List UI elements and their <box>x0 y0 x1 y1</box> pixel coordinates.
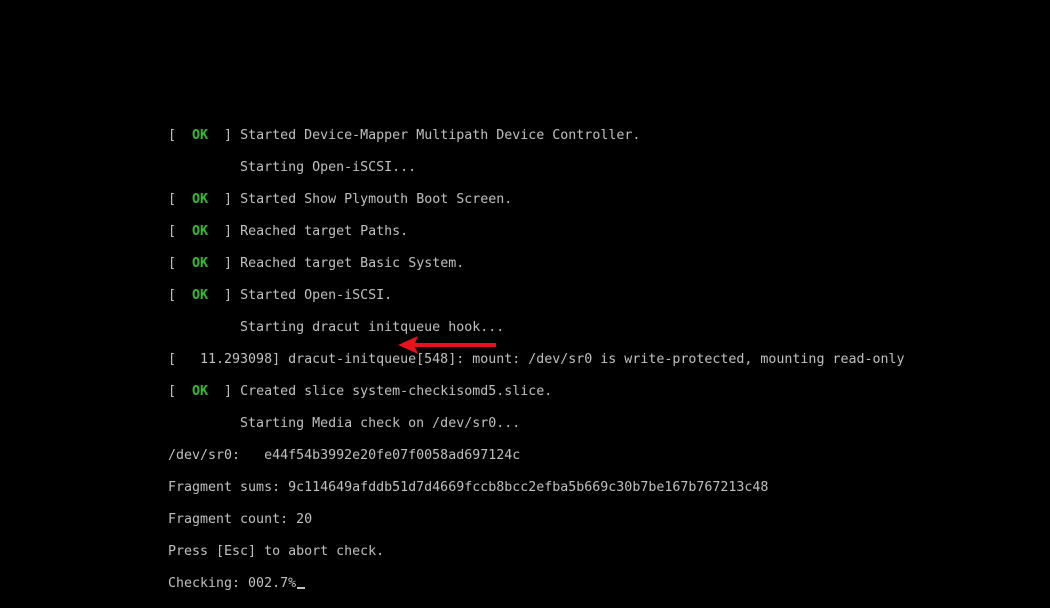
status-ok: OK <box>184 288 217 303</box>
checking-progress-text: Checking: 002.7% <box>168 576 297 591</box>
console-line: Starting Open-iSCSI... <box>168 160 905 176</box>
console-message: /dev/sr0: e44f54b3992e20fe07f0058ad69712… <box>168 448 521 463</box>
console-line-progress: Checking: 002.7% <box>168 576 905 592</box>
status-open: [ <box>168 256 185 271</box>
status-open: [ <box>168 128 185 143</box>
console-line: [ 11.293098] dracut-initqueue[548]: moun… <box>168 352 905 368</box>
console-line: [ OK ] Reached target Basic System. <box>168 256 905 272</box>
text-cursor <box>297 587 306 589</box>
console-message: Reached target Basic System. <box>240 256 465 271</box>
console-line: /dev/sr0: e44f54b3992e20fe07f0058ad69712… <box>168 448 905 464</box>
status-close: ] <box>216 384 241 399</box>
console-message: Started Open-iSCSI. <box>240 288 393 303</box>
console-message: Reached target Paths. <box>240 224 409 239</box>
status-open: [ <box>168 224 185 239</box>
boot-console: [ OK ] Started Device-Mapper Multipath D… <box>168 128 905 608</box>
console-line: Starting dracut initqueue hook... <box>168 320 905 336</box>
console-line: Fragment count: 20 <box>168 512 905 528</box>
console-line: [ OK ] Started Open-iSCSI. <box>168 288 905 304</box>
console-message: Starting Open-iSCSI... <box>168 160 417 175</box>
status-open: [ <box>168 192 185 207</box>
status-open: [ <box>168 384 185 399</box>
status-close: ] <box>216 256 241 271</box>
status-ok: OK <box>184 192 217 207</box>
console-message: Started Device-Mapper Multipath Device C… <box>240 128 641 143</box>
console-message: Starting Media check on /dev/sr0... <box>168 416 521 431</box>
console-message: Created slice system-checkisomd5.slice. <box>240 384 553 399</box>
abort-hint-text: Press [Esc] to abort check. <box>168 544 385 559</box>
console-line: Starting Media check on /dev/sr0... <box>168 416 905 432</box>
console-line: [ OK ] Reached target Paths. <box>168 224 905 240</box>
console-message: [ 11.293098] dracut-initqueue[548]: moun… <box>168 352 905 367</box>
status-ok: OK <box>184 128 217 143</box>
console-message: Fragment sums: 9c114649afddb51d7d4669fcc… <box>168 480 769 495</box>
left-arrow-icon <box>398 336 496 354</box>
console-message: Fragment count: 20 <box>168 512 313 527</box>
console-line: Fragment sums: 9c114649afddb51d7d4669fcc… <box>168 480 905 496</box>
console-line: [ OK ] Started Device-Mapper Multipath D… <box>168 128 905 144</box>
status-close: ] <box>216 288 241 303</box>
console-line-abort-hint: Press [Esc] to abort check. <box>168 544 905 560</box>
status-close: ] <box>216 192 241 207</box>
status-close: ] <box>216 224 241 239</box>
console-message: Started Show Plymouth Boot Screen. <box>240 192 513 207</box>
console-line: [ OK ] Started Show Plymouth Boot Screen… <box>168 192 905 208</box>
status-ok: OK <box>184 256 217 271</box>
status-close: ] <box>216 128 241 143</box>
status-open: [ <box>168 288 185 303</box>
arrow-shaft <box>414 343 496 347</box>
console-message: Starting dracut initqueue hook... <box>168 320 505 335</box>
console-line: [ OK ] Created slice system-checkisomd5.… <box>168 384 905 400</box>
status-ok: OK <box>184 224 217 239</box>
status-ok: OK <box>184 384 217 399</box>
